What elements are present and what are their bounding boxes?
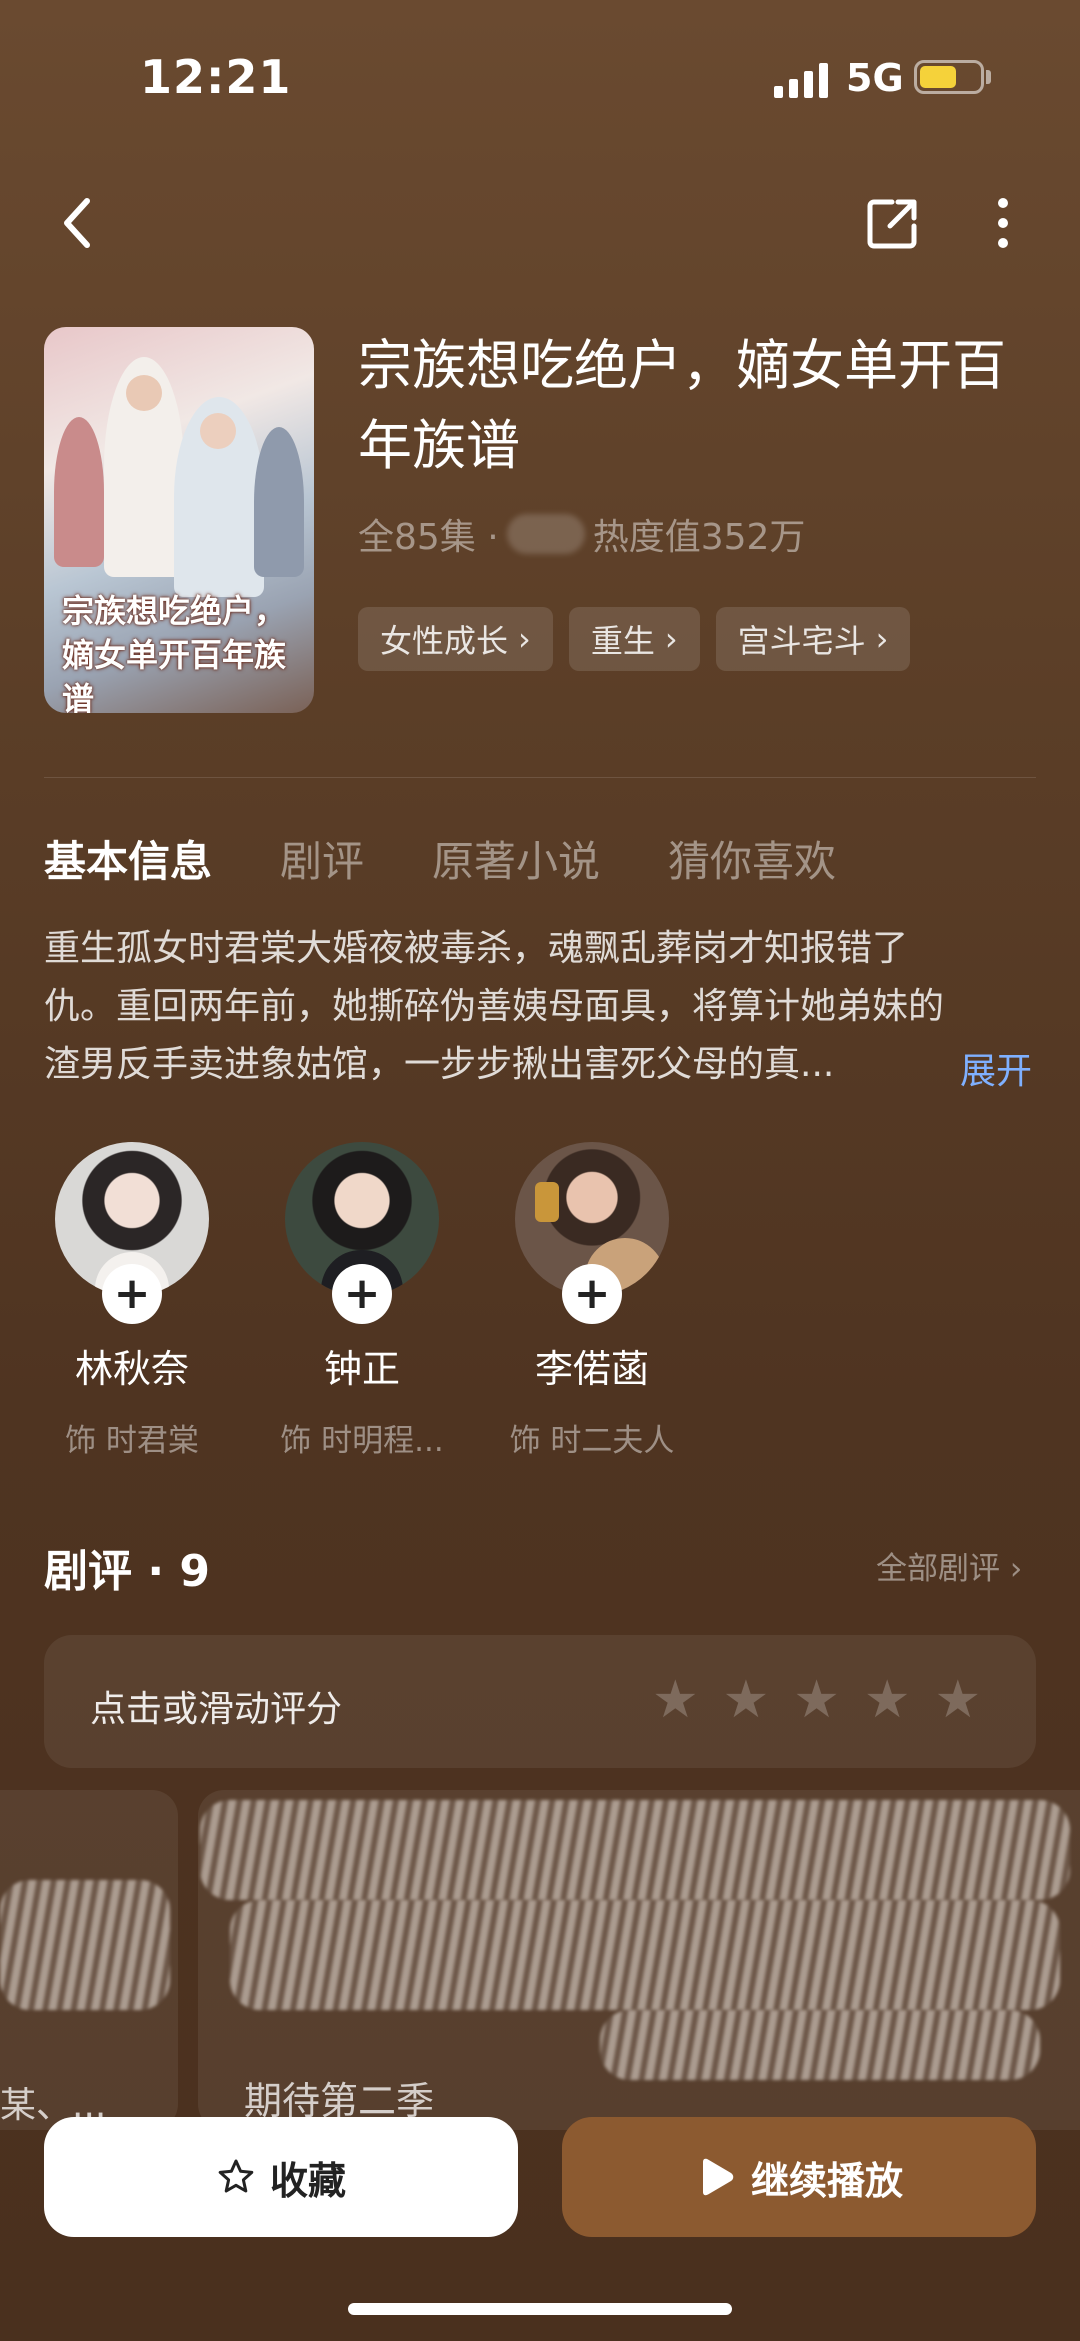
cast-member[interactable]: + 钟正 饰 时明程...: [262, 1142, 462, 1460]
rate-prompt: 点击或滑动评分: [90, 1689, 343, 1730]
cast-member[interactable]: + 林秋奈 饰 时君棠: [32, 1142, 232, 1460]
follow-plus-icon[interactable]: +: [562, 1264, 622, 1324]
star-outline-icon: [218, 2159, 254, 2193]
cast-member[interactable]: + 李偌菡 饰 时二夫人: [492, 1142, 692, 1460]
status-time: 12:21: [140, 50, 292, 104]
chevron-right-icon: ›: [1009, 1551, 1023, 1587]
reviews-title: 剧评 · 9: [44, 1546, 210, 1597]
episode-count: 全85集 ·: [358, 517, 499, 558]
follow-plus-icon[interactable]: +: [102, 1264, 162, 1324]
back-icon[interactable]: [42, 188, 112, 258]
cast-role: 饰 时明程...: [280, 1423, 444, 1459]
tag-list: 女性成长 › 重生 › 宫斗宅斗 ›: [358, 607, 911, 671]
drama-meta: 全85集 · 热度值352万: [358, 508, 805, 560]
star-icon[interactable]: ★: [935, 1672, 982, 1728]
chevron-right-icon: ›: [518, 620, 531, 658]
favorite-button[interactable]: 收藏: [44, 2117, 518, 2237]
cast-name: 林秋奈: [74, 1347, 189, 1391]
cast-role: 饰 时二夫人: [509, 1423, 675, 1459]
divider: [44, 777, 1036, 778]
share-icon[interactable]: [858, 188, 928, 258]
tag-chip[interactable]: 女性成长 ›: [358, 607, 553, 671]
all-reviews-link[interactable]: 全部剧评 ›: [876, 1543, 1022, 1588]
play-icon: [702, 2158, 734, 2196]
star-icon[interactable]: ★: [864, 1672, 911, 1728]
chevron-right-icon: ›: [875, 620, 889, 658]
redaction-scribble: [230, 1900, 1060, 2010]
home-indicator[interactable]: [348, 2303, 732, 2315]
battery-tip: [986, 70, 991, 84]
heat-value: 热度值352万: [592, 517, 806, 558]
tab-recommend[interactable]: 猜你喜欢: [668, 828, 836, 889]
continue-play-button[interactable]: 继续播放: [562, 2117, 1036, 2237]
synopsis: 重生孤女时君棠大婚夜被毒杀，魂飘乱葬岗才知报错了仇。重回两年前，她撕碎伪善姨母面…: [44, 928, 945, 1085]
tag-chip[interactable]: 宫斗宅斗 ›: [715, 607, 911, 671]
tag-chip[interactable]: 重生 ›: [568, 607, 700, 671]
tab-basic-info[interactable]: 基本信息: [44, 828, 212, 889]
cast-role: 饰 时君棠: [65, 1423, 199, 1459]
cast-name: 李偌菡: [534, 1347, 649, 1391]
drama-poster[interactable]: 宗族想吃绝户， 嫡女单开百年族谱: [44, 327, 314, 713]
star-icon[interactable]: ★: [793, 1672, 840, 1728]
more-vertical-icon[interactable]: [968, 188, 1038, 258]
drama-title: 宗族想吃绝户，嫡女单开百年族谱: [358, 334, 1006, 477]
redacted-blur: [506, 514, 585, 554]
tab-novel[interactable]: 原著小说: [432, 828, 600, 889]
redaction-scribble: [0, 1880, 170, 2010]
battery-icon: [914, 60, 984, 94]
tab-reviews[interactable]: 剧评: [280, 828, 364, 889]
signal-icon: [774, 62, 828, 98]
redaction-scribble: [600, 2010, 1040, 2080]
poster-title: 宗族想吃绝户， 嫡女单开百年族谱: [62, 592, 287, 713]
star-icon[interactable]: ★: [652, 1672, 699, 1728]
tab-bar: 基本信息 剧评 原著小说 猜你喜欢: [44, 828, 836, 889]
follow-plus-icon[interactable]: +: [332, 1264, 392, 1324]
network-label: 5G: [846, 56, 904, 100]
redaction-scribble: [200, 1800, 1070, 1900]
expand-link[interactable]: 展开: [960, 1042, 1032, 1094]
rating-stars[interactable]: ★ ★ ★ ★ ★: [652, 1672, 981, 1728]
cast-name: 钟正: [323, 1347, 400, 1391]
chevron-right-icon: ›: [664, 620, 678, 658]
star-icon[interactable]: ★: [723, 1672, 770, 1728]
